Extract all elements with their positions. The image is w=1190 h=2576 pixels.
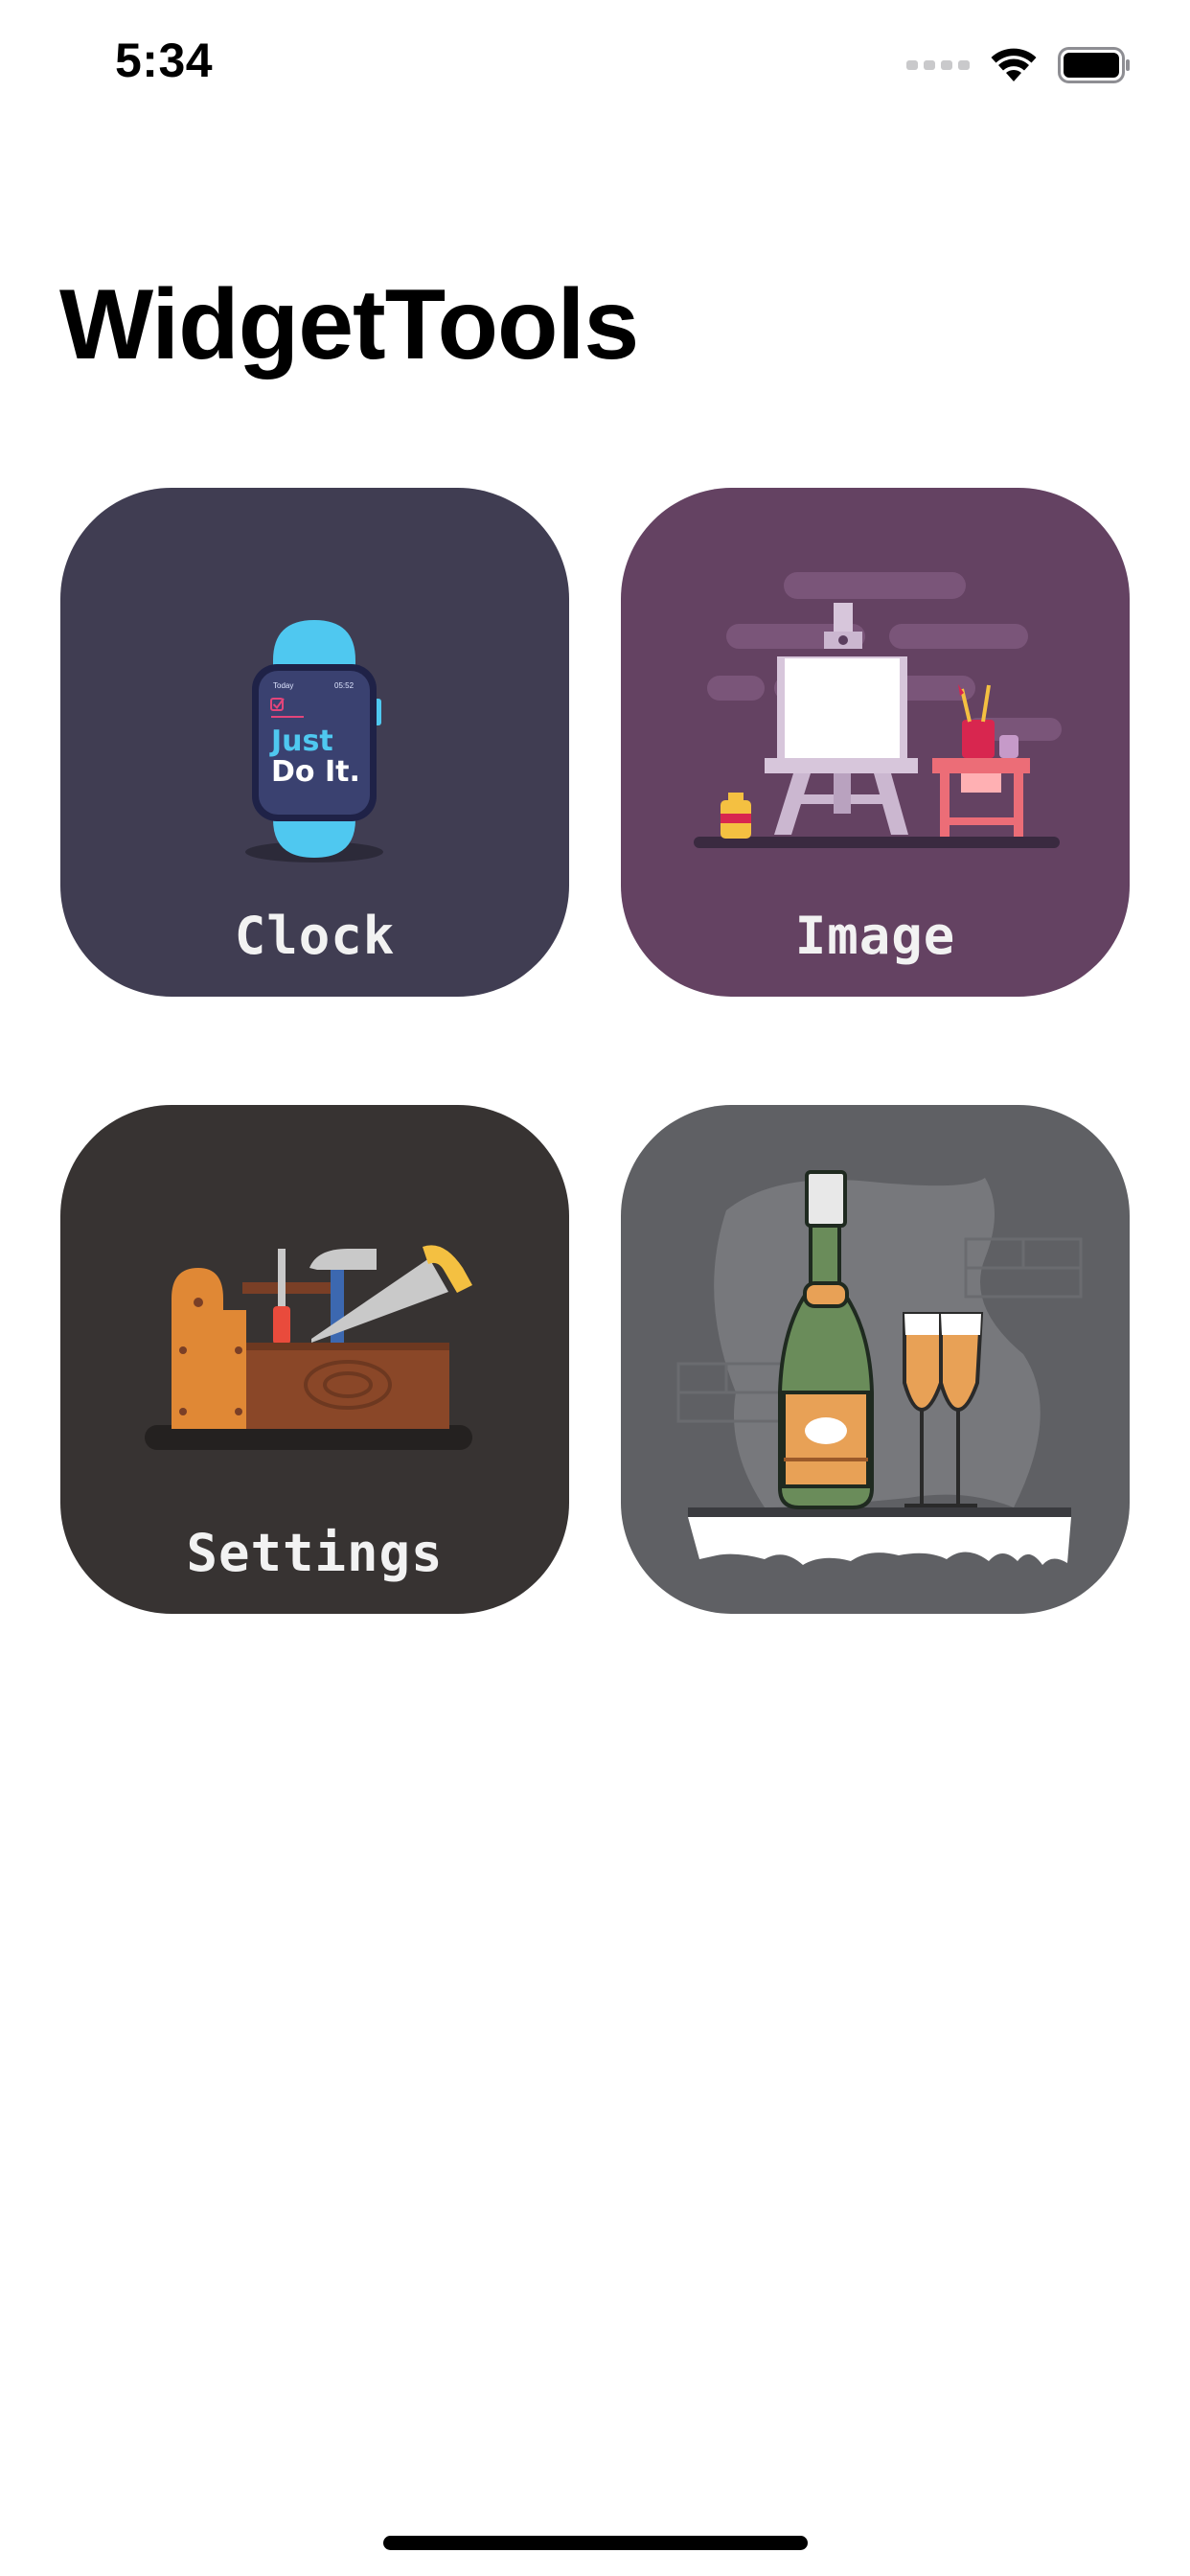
watch-today-label: Today	[273, 681, 293, 690]
watch-line-1: Just	[269, 724, 333, 758]
status-bar: 5:34	[0, 0, 1190, 125]
page-title: WidgetTools	[59, 269, 639, 380]
settings-tile[interactable]: Settings	[60, 1105, 569, 1614]
watch-line-2: Do It.	[271, 755, 360, 789]
wifi-icon	[991, 48, 1037, 81]
home-screen: 5:34 WidgetTools Today 05:52 Just Do It.…	[0, 0, 1190, 2576]
status-time: 5:34	[115, 34, 214, 87]
settings-tile-label: Settings	[186, 1523, 444, 1583]
battery-icon	[1058, 47, 1130, 83]
champagne-tile[interactable]	[621, 1105, 1130, 1614]
clock-tile[interactable]: Today 05:52 Just Do It. Clock	[60, 488, 569, 997]
cellular-signal-icon	[906, 60, 970, 70]
status-icons	[906, 42, 1131, 88]
clock-tile-label: Clock	[234, 906, 396, 966]
image-tile[interactable]: Image	[621, 488, 1130, 997]
home-indicator[interactable]	[383, 2536, 808, 2550]
watch-time-label: 05:52	[334, 681, 355, 690]
champagne-icon	[676, 1170, 1083, 1565]
image-tile-label: Image	[794, 906, 956, 966]
